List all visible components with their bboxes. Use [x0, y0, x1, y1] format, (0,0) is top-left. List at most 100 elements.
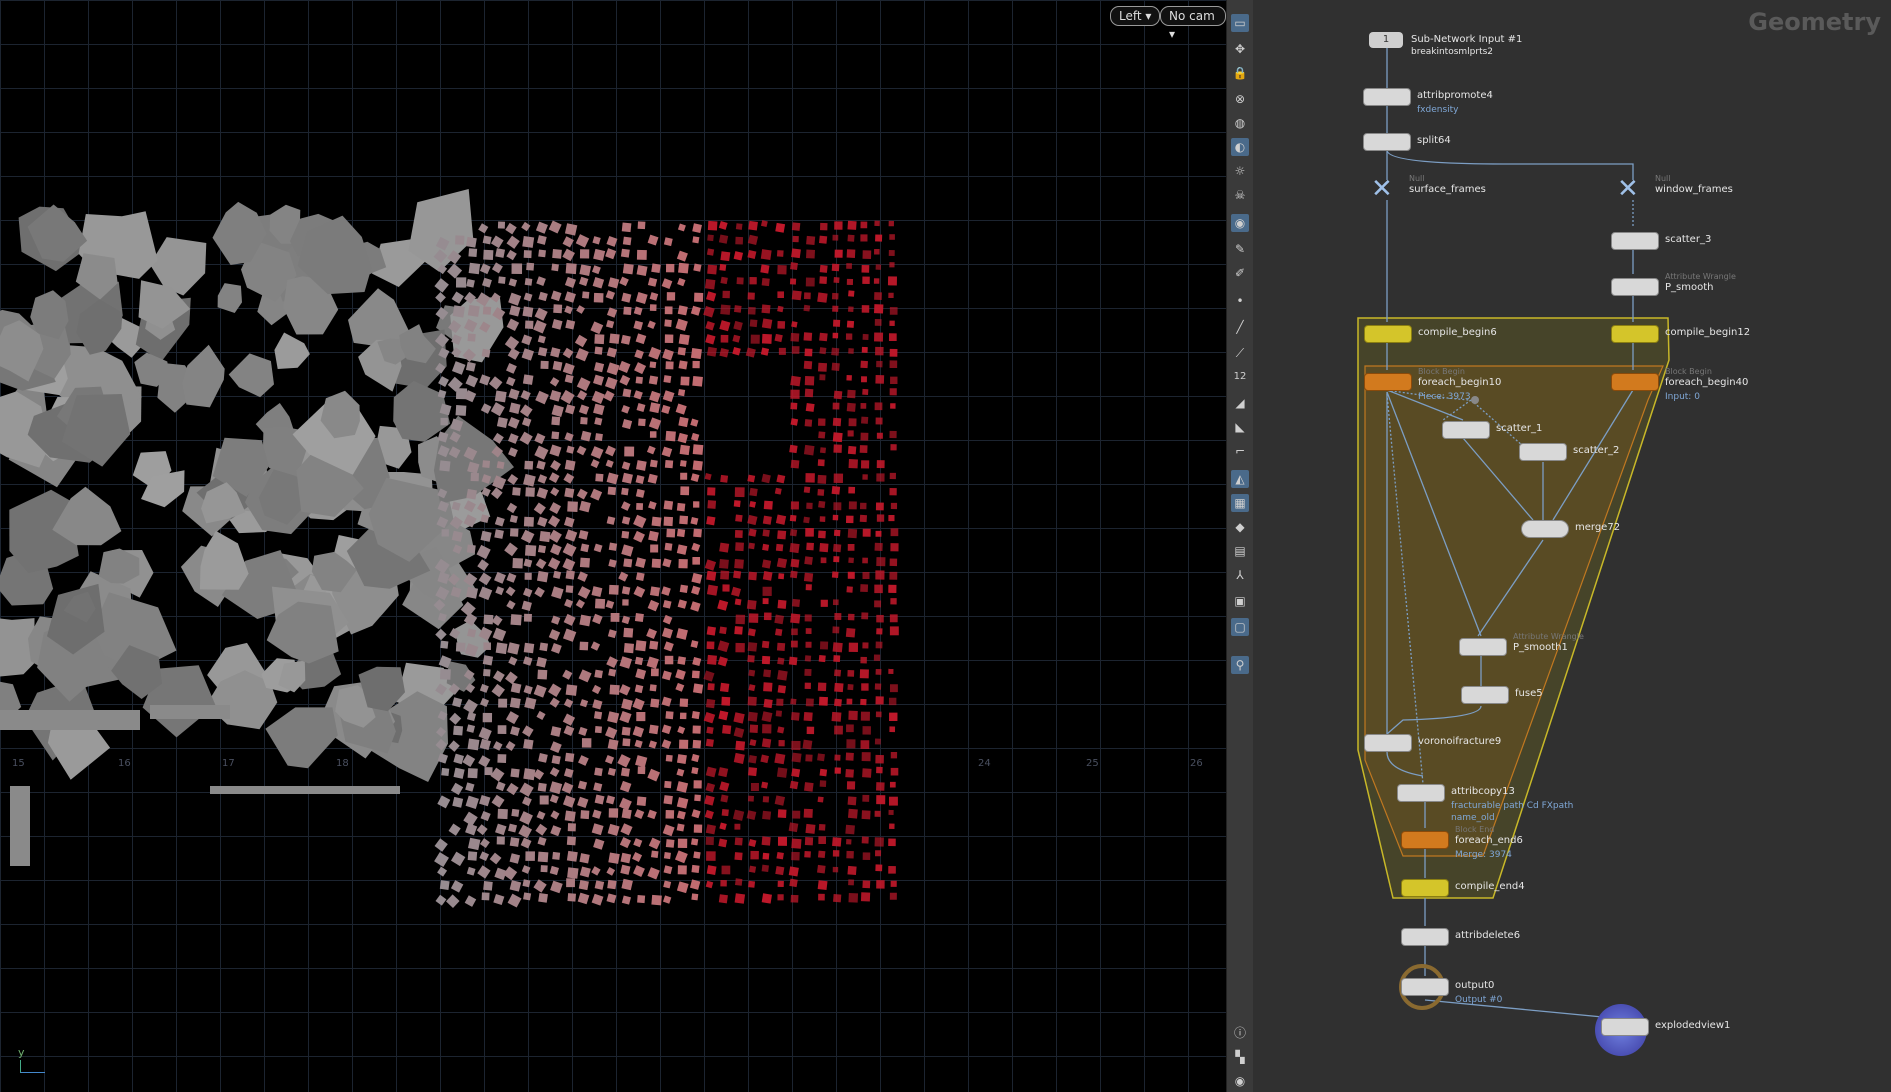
node-body[interactable]	[1401, 928, 1449, 946]
fracture-piece	[538, 291, 548, 302]
camera-dropdown[interactable]: No cam ▾	[1160, 6, 1226, 41]
node-body[interactable]	[1401, 978, 1449, 996]
fracture-piece	[718, 234, 729, 244]
fracture-piece	[861, 683, 869, 691]
fracture-piece	[649, 431, 657, 438]
transform-icon[interactable]: ✥	[1231, 40, 1249, 58]
camera-icon[interactable]: ◉	[1231, 214, 1249, 232]
number-icon[interactable]: 12	[1231, 368, 1249, 386]
fracture-piece	[506, 600, 516, 610]
snap-icon[interactable]: ⊗	[1231, 90, 1249, 108]
fracture-piece	[455, 642, 466, 652]
node-body[interactable]	[1519, 443, 1567, 461]
join-icon[interactable]: ⅄	[1231, 566, 1249, 584]
fracture-piece	[480, 810, 491, 822]
fracture-piece	[448, 740, 460, 752]
node-body[interactable]	[1461, 686, 1509, 704]
fracture-piece	[774, 333, 783, 343]
node-body[interactable]	[1611, 325, 1659, 343]
display-icon[interactable]: ▢	[1231, 618, 1249, 636]
ghost-icon[interactable]: ◍	[1231, 114, 1249, 132]
select-icon[interactable]: ▭	[1231, 14, 1249, 32]
node-body[interactable]	[1442, 421, 1490, 439]
fracture-piece	[540, 360, 549, 370]
node-body[interactable]	[1611, 278, 1659, 296]
fracture-piece	[887, 276, 897, 286]
fracture-piece	[733, 305, 742, 313]
node-body[interactable]	[1401, 879, 1449, 897]
shelf-icon[interactable]: ◢	[1231, 394, 1249, 412]
fracture-piece	[439, 460, 451, 472]
node-body[interactable]	[1364, 734, 1412, 752]
fracture-piece	[860, 892, 871, 902]
fracture-piece	[483, 668, 491, 677]
fracture-piece	[647, 768, 661, 782]
node-body[interactable]	[1363, 88, 1411, 106]
fracture-piece	[665, 754, 673, 762]
network-editor[interactable]: Geometry 1 Sub-Network Input #1 breakint…	[1253, 0, 1891, 1092]
fracture-piece	[859, 669, 869, 679]
fracture-piece	[790, 558, 800, 568]
fracture-piece	[610, 612, 620, 622]
fracture-piece	[791, 628, 798, 636]
lock-icon[interactable]: 🔒	[1231, 64, 1249, 82]
fracture-piece	[621, 586, 631, 595]
shape-icon[interactable]: ◣	[1231, 418, 1249, 436]
node-body[interactable]	[1611, 232, 1659, 250]
fracture-piece	[522, 374, 534, 385]
fracture-piece	[805, 528, 814, 537]
info-icon[interactable]: ⓘ	[1231, 1024, 1249, 1042]
fracture-piece	[775, 628, 783, 636]
light-icon[interactable]: ◐	[1231, 138, 1249, 156]
fracture-piece	[607, 629, 617, 639]
fracture-piece	[483, 881, 493, 891]
edge-icon[interactable]: ╱	[1231, 318, 1249, 336]
node-body[interactable]	[1611, 373, 1659, 391]
brush-icon[interactable]: ✐	[1231, 264, 1249, 282]
ruler-label: 25	[1086, 758, 1099, 769]
fracture-piece	[604, 376, 618, 390]
node-body[interactable]	[1363, 133, 1411, 151]
pin-icon[interactable]: ⚲	[1231, 656, 1249, 674]
node-body[interactable]	[1401, 831, 1449, 849]
bulb-icon[interactable]: ☼	[1231, 162, 1249, 180]
fracture-piece	[510, 614, 522, 626]
ruler-label: 24	[978, 758, 991, 769]
scene-viewport[interactable]: Left ▾ No cam ▾ 15 16 17 18 24 25 26 y	[0, 0, 1226, 1092]
measure-icon[interactable]: ⌐	[1231, 442, 1249, 460]
node-body[interactable]	[1601, 1018, 1649, 1036]
node-body[interactable]	[1364, 373, 1412, 391]
fracture-piece	[761, 893, 772, 904]
fracture-piece	[649, 459, 658, 468]
map-icon[interactable]: ▤	[1231, 542, 1249, 560]
box-icon[interactable]: ▣	[1231, 592, 1249, 610]
skull-icon[interactable]: ☠	[1231, 186, 1249, 204]
view-dropdown[interactable]: Left ▾	[1110, 6, 1161, 26]
fracture-piece	[606, 516, 616, 525]
node-body[interactable]	[1521, 520, 1569, 538]
tool-icon[interactable]: ◭	[1231, 470, 1249, 488]
fracture-piece	[551, 643, 562, 654]
fracture-piece	[646, 656, 659, 669]
fracture-piece	[890, 767, 899, 776]
knife-icon[interactable]: ⟋	[1231, 344, 1249, 362]
eye-icon[interactable]: ◉	[1231, 1072, 1249, 1090]
fracture-piece	[676, 754, 687, 764]
fracture-piece	[665, 430, 676, 442]
node-body[interactable]	[1459, 638, 1507, 656]
point-icon[interactable]: •	[1231, 292, 1249, 310]
fracture-piece	[817, 850, 826, 859]
fracture-piece	[691, 670, 700, 679]
fracture-piece	[465, 374, 479, 388]
node-body[interactable]	[1364, 325, 1412, 343]
layout-icon[interactable]: ▚	[1231, 1048, 1249, 1066]
fracture-piece	[606, 472, 619, 485]
pattern-icon[interactable]: ▦	[1231, 494, 1249, 512]
node-label: scatter_3	[1665, 234, 1712, 245]
pen-icon[interactable]: ✎	[1231, 240, 1249, 258]
cube-icon[interactable]: ◆	[1231, 518, 1249, 536]
node-body[interactable]	[1397, 784, 1445, 802]
fracture-piece	[519, 431, 533, 445]
fracture-piece	[707, 234, 714, 242]
fracture-piece	[790, 459, 800, 469]
